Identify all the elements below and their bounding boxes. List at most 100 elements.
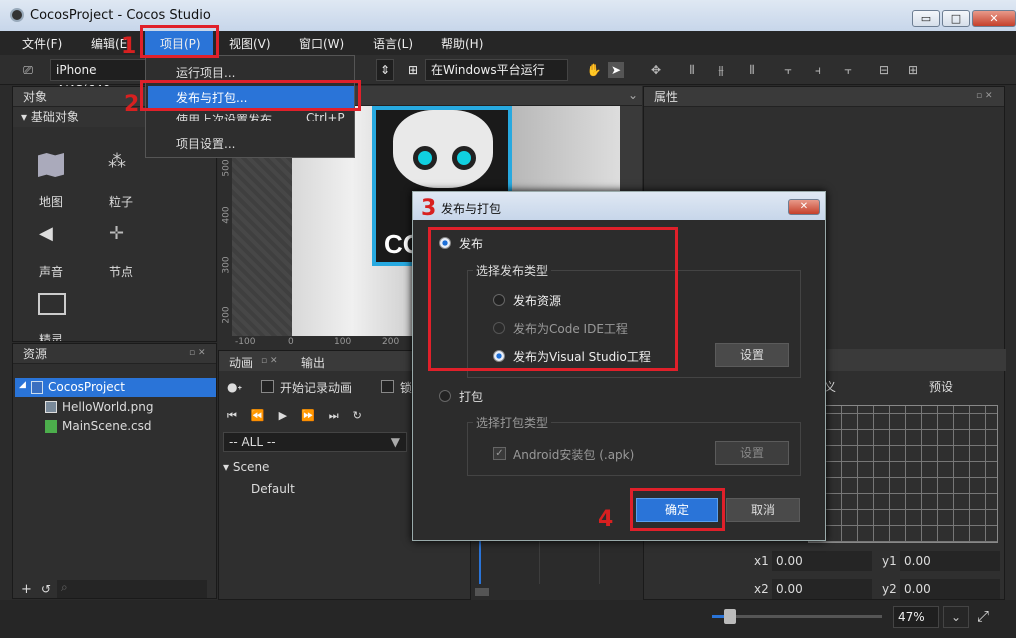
timeline-scroll[interactable] — [475, 588, 489, 596]
tree-file-mainscene[interactable]: MainScene.csd — [62, 419, 152, 433]
record-label: 开始记录动画 — [280, 381, 353, 395]
tree-expand-icon[interactable]: ◢ — [19, 380, 26, 390]
add-resource-icon[interactable]: + — [21, 582, 32, 597]
menu-window[interactable]: 窗口(W) — [299, 35, 344, 52]
tab-animation[interactable]: 动画 — [229, 354, 253, 371]
project-icon — [31, 381, 43, 394]
logo-head — [393, 110, 493, 188]
ruler-h-100: 100 — [334, 337, 352, 347]
android-checkbox[interactable]: ✓ — [493, 447, 506, 460]
basic-objects-label: 基础对象 — [30, 110, 79, 124]
menu-language[interactable]: 语言(L) — [373, 35, 413, 52]
logo-eye-right — [452, 146, 476, 170]
refresh-icon[interactable]: ↺ — [41, 582, 51, 596]
y1-label: y1 — [882, 554, 897, 568]
platform-select[interactable]: 在Windows平台运行 — [425, 59, 568, 81]
sound-icon[interactable]: ◀ — [39, 223, 53, 244]
tree-root[interactable]: CocosProject — [48, 380, 125, 394]
default-node[interactable]: Default — [251, 482, 295, 496]
dialog-close-button[interactable]: ✕ — [788, 199, 820, 215]
android-label: Android安装包 (.apk) — [513, 448, 635, 462]
sprite-icon[interactable] — [38, 293, 66, 315]
record-checkbox[interactable] — [261, 380, 274, 393]
playback-controls[interactable]: ⏮⏪▶⏩⏭↻ — [227, 409, 376, 423]
align-top-icon[interactable]: ⫟ — [780, 62, 796, 78]
animation-tab-controls[interactable]: ▫ ✕ — [261, 356, 278, 366]
minimize-button[interactable]: ▭ — [912, 10, 940, 27]
add-animation-icon[interactable]: ●˖ — [227, 380, 242, 394]
pack-radio[interactable] — [439, 390, 451, 402]
windows-icon: ⊞ — [407, 63, 419, 77]
menu-file[interactable]: 文件(F) — [22, 35, 62, 52]
menu-view[interactable]: 视图(V) — [229, 35, 271, 52]
logo-eye-left — [413, 146, 437, 170]
particle-icon[interactable]: ⁂ — [108, 151, 126, 172]
menu-item-run[interactable]: 运行项目... — [176, 64, 235, 81]
new-device-icon[interactable]: ⎚ — [20, 62, 36, 78]
distribute-h-icon[interactable]: ⊟ — [876, 62, 892, 78]
hand-tool-icon[interactable]: ✋ — [586, 62, 602, 78]
publish-settings-button[interactable]: 设置 — [715, 343, 789, 367]
cancel-button[interactable]: 取消 — [726, 498, 800, 522]
distribute-v-icon[interactable]: ⊞ — [905, 62, 921, 78]
tab-output[interactable]: 输出 — [301, 354, 325, 371]
maximize-button[interactable]: □ — [942, 10, 970, 27]
device-stepper[interactable]: ⇕ — [376, 59, 394, 81]
align-left-icon[interactable]: ⫴ — [684, 62, 700, 78]
annotation-number-1: 1 — [121, 34, 137, 59]
zoom-slider-track[interactable] — [712, 615, 882, 618]
align-bottom-icon[interactable]: ⫟ — [840, 62, 856, 78]
ruler-h-200: 200 — [382, 337, 400, 347]
y1-input[interactable]: 0.00 — [900, 551, 1000, 571]
resources-panel-controls[interactable]: ▫ ✕ — [189, 348, 206, 358]
pack-label: 打包 — [459, 390, 484, 404]
annotation-box-3 — [428, 227, 678, 371]
annotation-box-4 — [630, 488, 725, 531]
node-label: 节点 — [109, 265, 134, 279]
menu-item-shortcut: Ctrl+P — [306, 111, 345, 121]
ruler-v-300: 300 — [221, 256, 232, 274]
annotation-number-3: 3 — [421, 196, 437, 221]
properties-panel-controls[interactable]: ▫ ✕ — [976, 91, 993, 101]
scene-node[interactable]: ▾ Scene — [223, 460, 269, 474]
menu-item-settings[interactable]: 项目设置... — [176, 135, 235, 152]
x2-label: x2 — [754, 582, 769, 596]
resources-panel: 资源 ▫ ✕ ◢ CocosProject HelloWorld.png Mai… — [12, 343, 217, 599]
menu-item-publish-last[interactable]: 使用上次设置发布 — [176, 111, 272, 121]
canvas-dropdown-icon[interactable]: ⌄ — [628, 88, 638, 102]
align-right-icon[interactable]: ⫴ — [744, 62, 760, 78]
map-icon[interactable] — [38, 153, 64, 177]
resource-search-input[interactable]: ⌕ — [57, 580, 207, 598]
x1-input[interactable]: 0.00 — [772, 551, 872, 571]
align-center-icon[interactable]: ⫵ — [713, 62, 729, 78]
resources-panel-title: 资源 — [13, 344, 216, 364]
timeline-playhead[interactable] — [479, 538, 481, 584]
annotation-number-2: 2 — [124, 92, 140, 117]
ruler-h-m100: -100 — [235, 337, 256, 347]
align-middle-icon[interactable]: ⫞ — [810, 62, 826, 78]
status-bar: 47% ⌄ ⤢ — [0, 600, 1016, 638]
x2-input[interactable]: 0.00 — [772, 579, 872, 599]
map-label: 地图 — [39, 195, 64, 209]
lock-checkbox[interactable] — [381, 380, 394, 393]
fit-screen-icon[interactable]: ⤢ — [977, 607, 989, 625]
device-select[interactable]: iPhone 4/4S(640 — [50, 59, 150, 97]
zoom-dropdown-icon[interactable]: ⌄ — [943, 606, 969, 628]
pack-settings-button[interactable]: 设置 — [715, 441, 789, 465]
window-title: CocosProject - Cocos Studio — [30, 8, 211, 23]
easing-curve-graph[interactable] — [808, 405, 998, 543]
tree-file-helloworld[interactable]: HelloWorld.png — [62, 400, 153, 414]
ruler-v-200: 200 — [221, 306, 232, 324]
animation-filter-select[interactable]: -- ALL -- ▼ — [223, 432, 407, 452]
close-button[interactable]: ✕ — [972, 10, 1016, 27]
app-icon — [10, 8, 24, 22]
node-icon[interactable]: ✛ — [109, 223, 124, 244]
zoom-input[interactable]: 47% — [893, 606, 939, 628]
zoom-slider-thumb[interactable] — [724, 609, 736, 624]
y2-input[interactable]: 0.00 — [900, 579, 1000, 599]
lock-label: 锁 — [400, 381, 413, 395]
move-icon[interactable]: ✥ — [648, 62, 664, 78]
select-tool-icon[interactable]: ➤ — [608, 62, 624, 78]
particle-label: 粒子 — [109, 195, 134, 209]
menu-help[interactable]: 帮助(H) — [441, 35, 483, 52]
